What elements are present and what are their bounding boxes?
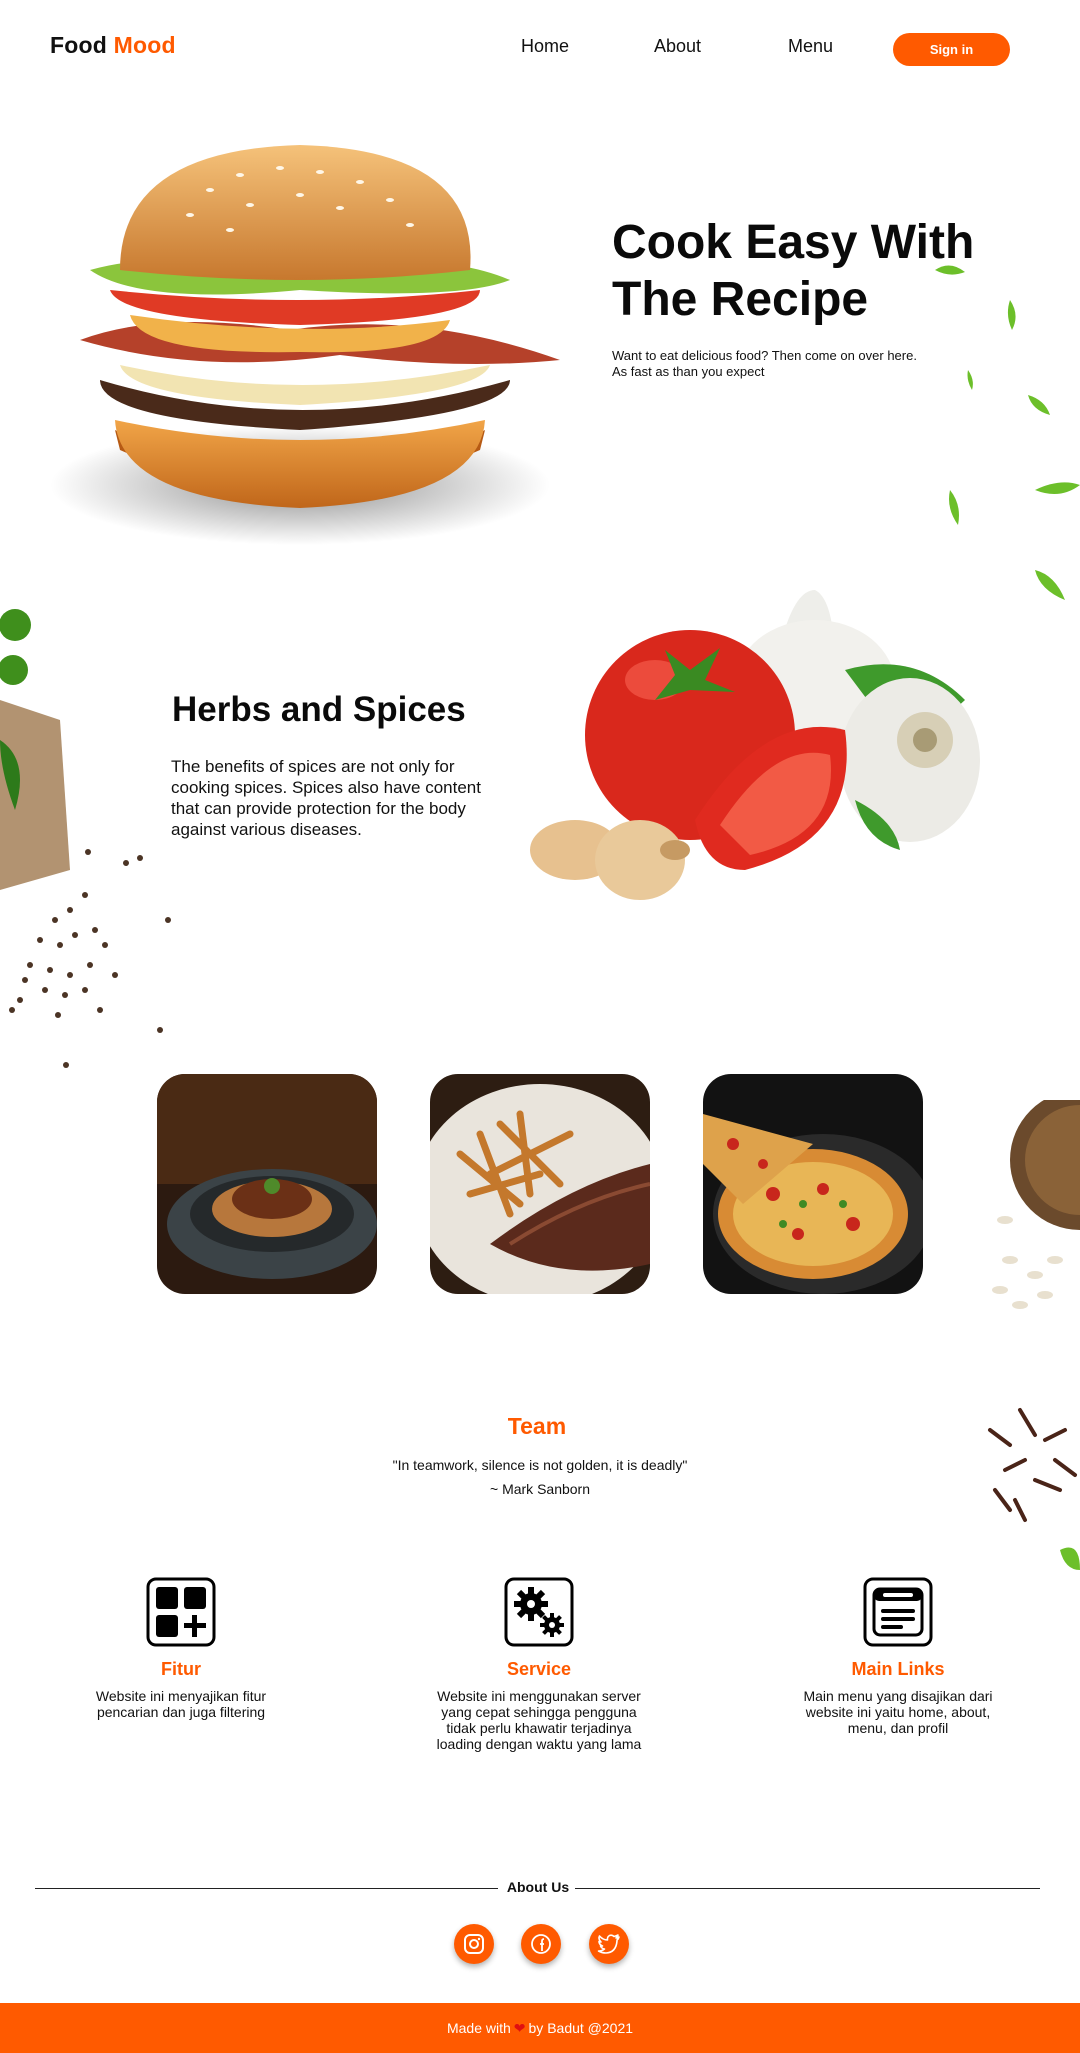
- facebook-icon: [531, 1934, 551, 1954]
- instagram-button[interactable]: [454, 1924, 494, 1964]
- spices-left-decoration: [0, 609, 171, 1068]
- feature-main-links-title: Main Links: [851, 1659, 945, 1679]
- nav-home-link[interactable]: Home: [521, 36, 569, 57]
- footer-credit: by Badut @2021: [528, 2020, 634, 2036]
- pizza-image: [703, 1074, 923, 1294]
- spaghetti-image: [157, 1074, 377, 1294]
- feature-main-links: Main Links Main menu yang disajikan dari…: [768, 1577, 1028, 1736]
- nav-about-link[interactable]: About: [654, 36, 701, 57]
- divider-left: [35, 1888, 498, 1889]
- brand-second: Mood: [113, 32, 176, 58]
- browser-window-icon: [863, 1577, 933, 1647]
- hero-subtitle-line1: Want to eat delicious food? Then come on…: [612, 348, 917, 363]
- about-us-title: About Us: [506, 1879, 570, 1895]
- footer-made-with: Made with: [446, 2020, 511, 2036]
- steak-fries-image: [430, 1074, 650, 1294]
- falling-leaves-decoration: [935, 265, 1080, 600]
- divider-right: [575, 1888, 1040, 1889]
- feature-fitur: Fitur Website ini menyajikan fitur penca…: [51, 1577, 311, 1720]
- feature-service-title: Service: [506, 1659, 572, 1679]
- nav-menu-link[interactable]: Menu: [788, 36, 833, 57]
- gallery-item-pizza[interactable]: [703, 1074, 923, 1294]
- twitter-button[interactable]: [589, 1924, 629, 1964]
- brand-logo[interactable]: Food Mood: [50, 32, 176, 59]
- gallery-item-steak[interactable]: [430, 1074, 650, 1294]
- feature-fitur-text: Website ini menyajikan fitur pencarian d…: [95, 1688, 267, 1720]
- hero-subtitle-line2: As fast as than you expect: [612, 364, 765, 379]
- twitter-icon: [597, 1934, 620, 1954]
- instagram-icon: [464, 1934, 484, 1954]
- burger-image: [50, 145, 560, 545]
- navbar: Food Mood Home About Menu Sign in: [0, 0, 1080, 95]
- team-quote: "In teamwork, silence is not golden, it …: [392, 1457, 688, 1473]
- signin-button[interactable]: Sign in: [893, 33, 1010, 66]
- tomato-garlic-image: [530, 590, 980, 900]
- facebook-button[interactable]: [521, 1924, 561, 1964]
- team-quote-author: ~ Mark Sanborn: [490, 1481, 590, 1497]
- herbs-title: Herbs and Spices: [172, 690, 466, 729]
- team-title: Team: [507, 1413, 567, 1439]
- gallery-item-spaghetti[interactable]: [157, 1074, 377, 1294]
- herbs-description: The benefits of spices are not only for …: [171, 757, 481, 839]
- apps-add-icon: [146, 1577, 216, 1647]
- gears-icon: [504, 1577, 574, 1647]
- spices-right-decoration: [988, 1100, 1080, 1570]
- feature-service: Service Website ini menggunakan server y…: [409, 1577, 669, 1752]
- brand-first: Food: [50, 32, 107, 58]
- footer: Made with ❤ by Badut @2021: [0, 2003, 1080, 2053]
- feature-fitur-title: Fitur: [161, 1659, 201, 1679]
- heart-icon: ❤: [513, 2019, 526, 2036]
- feature-main-links-text: Main menu yang disajikan dari website in…: [803, 1688, 993, 1736]
- hero-subtitle: Want to eat delicious food? Then come on…: [612, 348, 972, 380]
- feature-service-text: Website ini menggunakan server yang cepa…: [436, 1688, 642, 1752]
